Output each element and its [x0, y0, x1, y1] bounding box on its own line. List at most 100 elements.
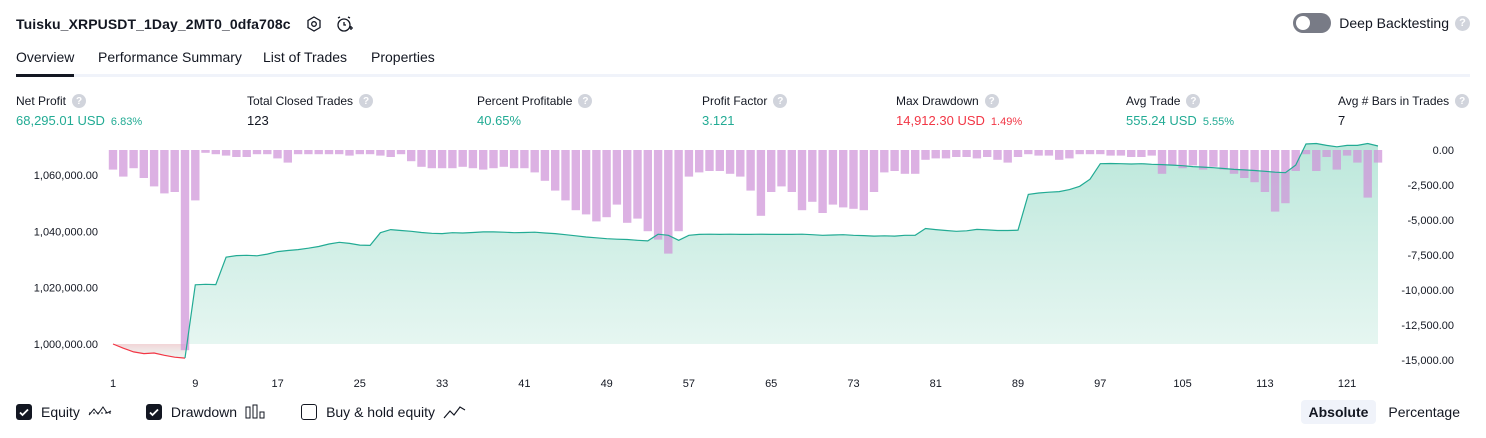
- drawdown-bar: [407, 150, 416, 162]
- metric-total-closed-trades: Total Closed Trades? 123: [247, 93, 374, 128]
- drawdown-bar: [170, 150, 179, 192]
- drawdown-bar: [581, 150, 591, 215]
- tab-properties[interactable]: Properties: [371, 49, 435, 74]
- metric-percent-profitable: Percent Profitable? 40.65%: [477, 93, 593, 128]
- drawdown-bar: [468, 150, 478, 169]
- drawdown-bar: [1312, 150, 1321, 171]
- drawdown-bars-icon: [245, 404, 267, 420]
- equity-tick-label: 1,000,000.00: [34, 339, 98, 351]
- tab-performance-summary[interactable]: Performance Summary: [98, 49, 242, 74]
- checkbox-unchecked-icon[interactable]: [301, 404, 318, 420]
- metric-percent: 5.55%: [1202, 116, 1235, 128]
- drawdown-bar: [1055, 150, 1064, 160]
- legend-label: Drawdown: [170, 404, 238, 420]
- legend-drawdown[interactable]: Drawdown: [145, 404, 267, 420]
- trade-number-axis: 1 9 17 25 33 41 49 57 65 73 81 89 97 105 113 121: [110, 378, 1356, 390]
- drawdown-bar: [314, 150, 323, 155]
- checkbox-checked-icon[interactable]: [16, 404, 32, 420]
- drawdown-bar: [242, 150, 251, 157]
- info-icon[interactable]: ?: [984, 94, 999, 108]
- drawdown-bar: [139, 150, 148, 178]
- drawdown-bar: [180, 150, 190, 351]
- info-icon[interactable]: ?: [1455, 94, 1470, 108]
- metric-value: 3.121: [702, 113, 735, 128]
- x-tick-label: 1: [110, 378, 116, 390]
- drawdown-bar: [437, 150, 447, 169]
- drawdown-bar: [993, 150, 1002, 160]
- metric-value: 68,295.01 USD: [16, 113, 105, 128]
- metric-percent: 1.49%: [990, 116, 1023, 128]
- info-icon[interactable]: ?: [359, 94, 374, 108]
- drawdown-bar: [1209, 150, 1218, 167]
- drawdown-bar: [1106, 150, 1115, 156]
- drawdown-bar: [1085, 150, 1095, 155]
- toggle-knob: [1296, 16, 1311, 30]
- drawdown-bar: [890, 150, 899, 171]
- drawdown-bar: [1116, 150, 1126, 156]
- drawdown-bar: [160, 150, 169, 194]
- view-mode-switch: Absolute Percentage: [1300, 400, 1469, 424]
- drawdown-bar: [221, 150, 231, 156]
- drawdown-bar: [777, 150, 786, 187]
- drawdown-bar: [201, 150, 210, 153]
- drawdown-bar: [1013, 150, 1023, 157]
- gear-icon[interactable]: [305, 15, 323, 33]
- drawdown-bar: [1219, 150, 1228, 170]
- drawdown-bar: [458, 150, 467, 167]
- tab-bar: Overview Performance Summary List of Tra…: [16, 46, 1470, 77]
- drawdown-bar: [571, 150, 580, 211]
- drawdown-bar: [664, 150, 673, 254]
- drawdown-bar: [520, 150, 529, 169]
- equity-area: [113, 143, 1378, 359]
- drawdown-bar: [1024, 150, 1033, 155]
- info-icon[interactable]: ?: [1186, 94, 1201, 108]
- info-icon[interactable]: ?: [72, 94, 87, 108]
- absolute-button[interactable]: Absolute: [1300, 400, 1377, 424]
- drawdown-bar: [1034, 150, 1043, 156]
- x-tick-label: 121: [1338, 378, 1356, 390]
- equity-tick-label: 1,040,000.00: [34, 226, 98, 238]
- drawdown-bar: [540, 150, 550, 181]
- alarm-clock-plus-icon[interactable]: [335, 15, 353, 33]
- drawdown-bar: [797, 150, 807, 211]
- drawdown-bar: [921, 150, 930, 160]
- metric-profit-factor: Profit Factor? 3.121: [702, 93, 788, 128]
- x-tick-label: 57: [683, 378, 695, 390]
- checkbox-checked-icon[interactable]: [145, 404, 162, 420]
- drawdown-bar: [417, 150, 426, 167]
- metric-label: Profit Factor: [702, 94, 768, 108]
- drawdown-bar: [1363, 150, 1372, 198]
- metric-value: 7: [1338, 113, 1346, 128]
- metric-label: Total Closed Trades: [247, 94, 354, 108]
- legend-buy-hold-equity[interactable]: Buy & hold equity: [301, 404, 467, 420]
- deep-backtesting: Deep Backtesting ?: [1293, 13, 1470, 33]
- tab-list-of-trades[interactable]: List of Trades: [263, 49, 347, 74]
- drawdown-bar: [612, 150, 622, 205]
- metric-avg-trade: Avg Trade? 555.24 USD 5.55%: [1126, 93, 1234, 128]
- metric-percent: 6.83%: [110, 116, 143, 128]
- tab-overview[interactable]: Overview: [16, 49, 75, 77]
- drawdown-bar: [1127, 150, 1136, 157]
- legend-label: Buy & hold equity: [326, 404, 436, 420]
- info-icon[interactable]: ?: [773, 94, 788, 108]
- drawdown-bar: [818, 150, 827, 213]
- deep-backtesting-toggle[interactable]: [1293, 13, 1332, 33]
- drawdown-bar: [725, 150, 735, 174]
- drawdown-bar: [530, 150, 539, 173]
- drawdown-bar: [273, 150, 282, 159]
- x-tick-label: 25: [354, 378, 366, 390]
- drawdown-bar: [283, 150, 292, 163]
- x-tick-label: 41: [518, 378, 530, 390]
- help-icon[interactable]: ?: [1455, 15, 1470, 31]
- percentage-button[interactable]: Percentage: [1380, 400, 1468, 424]
- loss-area-fill: [113, 344, 185, 359]
- equity-tick-label: 1,060,000.00: [34, 170, 98, 182]
- drawdown-bar: [849, 150, 858, 209]
- drawdown-bar: [324, 150, 334, 155]
- legend-equity[interactable]: Equity: [16, 404, 112, 420]
- drawdown-tick-label: -7,500.00: [1408, 250, 1454, 262]
- metric-label: Percent Profitable: [477, 94, 573, 108]
- drawdown-bar: [1322, 150, 1331, 157]
- info-icon[interactable]: ?: [578, 94, 593, 108]
- drawdown-bar: [941, 150, 951, 159]
